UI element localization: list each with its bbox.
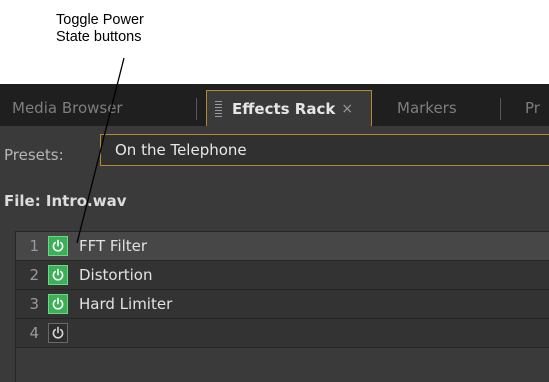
power-toggle-icon[interactable] <box>48 294 68 314</box>
tab-pr[interactable]: Pr <box>525 90 540 126</box>
tab-divider <box>500 98 501 120</box>
slot-index: 3 <box>29 295 39 313</box>
callout-line-2: State buttons <box>56 29 142 45</box>
presets-dropdown[interactable]: On the Telephone <box>100 134 549 166</box>
callout-line-1: Toggle Power <box>56 12 144 28</box>
rack-slot-1[interactable]: 1 FFT Filter <box>16 232 549 261</box>
power-toggle-icon[interactable] <box>48 265 68 285</box>
tab-label: Pr <box>525 99 540 117</box>
tab-media-browser[interactable]: Media Browser <box>12 90 123 126</box>
drag-grip-icon[interactable] <box>215 100 222 117</box>
tab-label: Effects Rack <box>232 99 336 118</box>
presets-label: Presets: <box>4 146 64 164</box>
power-toggle-icon[interactable] <box>48 236 68 256</box>
tab-markers[interactable]: Markers <box>397 90 457 126</box>
effect-name: Distortion <box>79 266 153 284</box>
tab-label: Media Browser <box>12 99 123 117</box>
slot-index: 1 <box>29 237 39 255</box>
rack-slot-3[interactable]: 3 Hard Limiter <box>16 290 549 319</box>
file-label: File: Intro.wav <box>4 192 127 210</box>
effects-panel: Media Browser Effects Rack × Markers Pr … <box>0 84 549 382</box>
slot-index: 2 <box>29 266 39 284</box>
effect-name: Hard Limiter <box>79 295 173 313</box>
rack-slot-4[interactable]: 4 <box>16 319 549 348</box>
close-icon[interactable]: × <box>341 101 353 117</box>
slot-index: 4 <box>29 324 39 342</box>
effects-rack-list: 1 FFT Filter 2 Distortion 3 Hard Limiter… <box>15 231 549 382</box>
tab-divider <box>196 98 197 120</box>
presets-value: On the Telephone <box>115 141 247 159</box>
tab-bar: Media Browser Effects Rack × Markers Pr <box>0 84 549 126</box>
tab-effects-rack[interactable]: Effects Rack × <box>206 90 372 126</box>
power-toggle-icon[interactable] <box>48 323 68 343</box>
callout-label: Toggle Power State buttons <box>56 12 144 46</box>
effect-name: FFT Filter <box>79 237 148 255</box>
rack-slot-2[interactable]: 2 Distortion <box>16 261 549 290</box>
tab-label: Markers <box>397 99 457 117</box>
